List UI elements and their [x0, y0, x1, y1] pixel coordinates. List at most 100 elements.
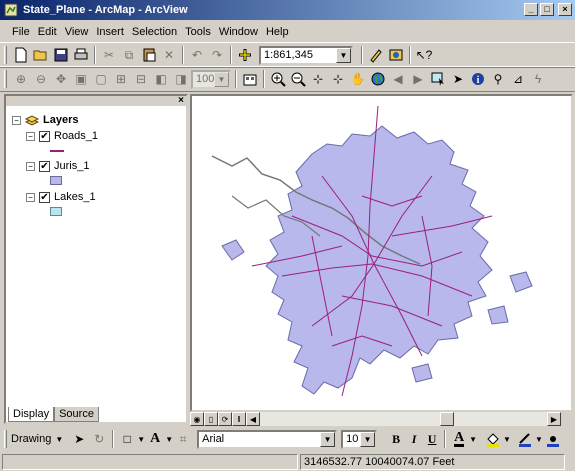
chevron-down-icon[interactable]: ▼ — [137, 435, 145, 444]
minimize-button[interactable]: _ — [524, 3, 538, 16]
rectangle-tool-icon[interactable]: □ — [117, 429, 137, 449]
font-color-icon[interactable]: A — [449, 429, 469, 449]
menu-selection[interactable]: Selection — [128, 26, 181, 38]
chevron-down-icon[interactable]: ▼ — [360, 431, 376, 447]
layer-visibility-checkbox[interactable]: ✔ — [39, 130, 50, 142]
close-button[interactable]: × — [558, 3, 572, 16]
layout-view-icon[interactable]: ▯ — [204, 412, 218, 426]
drawing-menu[interactable]: Drawing — [11, 433, 51, 445]
menu-help[interactable]: Help — [262, 26, 293, 38]
fill-color-icon[interactable] — [483, 429, 503, 449]
scrollbar-thumb[interactable] — [440, 412, 454, 426]
tab-display[interactable]: Display — [8, 407, 55, 422]
measure-icon[interactable]: ⊿ — [508, 69, 528, 89]
find-binoculars-icon[interactable]: ⚲ — [488, 69, 508, 89]
open-folder-icon[interactable] — [31, 45, 51, 65]
select-elements-icon[interactable]: ➤ — [69, 429, 89, 449]
editor-toolbar-icon[interactable] — [366, 45, 386, 65]
layout-previous-extent-icon[interactable]: ◧ — [151, 69, 171, 89]
new-text-icon[interactable]: A — [145, 429, 165, 449]
bold-button[interactable]: B — [387, 432, 405, 447]
save-icon[interactable] — [51, 45, 71, 65]
toolbar-grip[interactable] — [4, 430, 7, 448]
layout-next-extent-icon[interactable]: ◨ — [171, 69, 191, 89]
hyperlink-icon[interactable]: ϟ — [528, 69, 548, 89]
chevron-down-icon[interactable]: ▼ — [535, 435, 543, 444]
edit-vertices-icon[interactable]: ⌗ — [173, 429, 193, 449]
chevron-down-icon[interactable]: ▼ — [320, 431, 336, 447]
copy-icon[interactable]: ⧉ — [119, 45, 139, 65]
print-icon[interactable] — [71, 45, 91, 65]
layer-visibility-checkbox[interactable]: ✔ — [39, 160, 50, 172]
menu-tools[interactable]: Tools — [181, 26, 215, 38]
add-data-icon[interactable] — [235, 45, 255, 65]
data-frame-layers[interactable]: − Layers — [12, 112, 98, 128]
map-scale-combo[interactable]: 1:861,345 ▼ — [259, 45, 353, 65]
maximize-button[interactable]: □ — [540, 3, 554, 16]
toggle-draft-mode-icon[interactable] — [240, 69, 260, 89]
scroll-right-arrow-icon[interactable]: ▶ — [547, 412, 561, 426]
chevron-down-icon[interactable]: ▼ — [336, 47, 351, 63]
select-elements-arrow-icon[interactable]: ➤ — [448, 69, 468, 89]
collapse-icon[interactable]: − — [26, 161, 35, 171]
fixed-zoom-out-icon[interactable]: ⊹ — [328, 69, 348, 89]
scroll-left-arrow-icon[interactable]: ◀ — [246, 412, 260, 426]
layout-fixed-zoom-out-icon[interactable]: ⊟ — [131, 69, 151, 89]
zoom-in-icon[interactable] — [268, 69, 288, 89]
identify-icon[interactable]: i — [468, 69, 488, 89]
font-size-combo[interactable]: 10 ▼ — [341, 429, 378, 449]
layout-zoom-100-icon[interactable]: ▢ — [91, 69, 111, 89]
layer-visibility-checkbox[interactable]: ✔ — [39, 191, 50, 203]
chevron-down-icon[interactable]: ▼ — [503, 435, 511, 444]
map-canvas[interactable] — [192, 96, 571, 410]
toolbar-grip[interactable] — [4, 70, 7, 88]
marker-color-icon[interactable] — [543, 429, 563, 449]
new-document-icon[interactable] — [11, 45, 31, 65]
pause-drawing-icon[interactable]: ‖ — [232, 412, 246, 426]
layout-fixed-zoom-in-icon[interactable]: ⊞ — [111, 69, 131, 89]
layer-row-roads[interactable]: − ✔ Roads_1 — [26, 128, 98, 144]
zoom-out-icon[interactable] — [288, 69, 308, 89]
line-color-icon[interactable] — [515, 429, 535, 449]
cut-icon[interactable]: ✂ — [99, 45, 119, 65]
paste-icon[interactable] — [139, 45, 159, 65]
layout-pan-icon[interactable]: ✥ — [51, 69, 71, 89]
map-display[interactable] — [190, 94, 573, 412]
chevron-down-icon[interactable]: ▼ — [469, 435, 477, 444]
lakes-symbol-swatch[interactable] — [50, 207, 62, 216]
underline-button[interactable]: U — [423, 432, 441, 447]
layout-zoom-out-icon[interactable]: ⊖ — [31, 69, 51, 89]
tab-source[interactable]: Source — [54, 407, 99, 422]
collapse-icon[interactable]: − — [12, 115, 21, 125]
go-forward-arrow-icon[interactable]: ▶ — [408, 69, 428, 89]
rotate-icon[interactable]: ↻ — [89, 429, 109, 449]
roads-symbol-swatch[interactable] — [50, 150, 64, 152]
layout-zoom-combo[interactable]: 100% ▼ — [191, 69, 231, 89]
layer-row-lakes[interactable]: − ✔ Lakes_1 — [26, 189, 98, 205]
chevron-down-icon[interactable]: ▼ — [165, 435, 173, 444]
map-horizontal-scrollbar[interactable]: ◉ ▯ ⟳ ‖ ◀ ▶ — [190, 412, 561, 426]
go-back-arrow-icon[interactable]: ◀ — [388, 69, 408, 89]
select-features-icon[interactable] — [428, 69, 448, 89]
menu-edit[interactable]: Edit — [34, 26, 61, 38]
whats-this-help-icon[interactable]: ↖? — [414, 45, 434, 65]
menu-view[interactable]: View — [61, 26, 93, 38]
redo-icon[interactable]: ↷ — [207, 45, 227, 65]
arccatalog-icon[interactable] — [386, 45, 406, 65]
layer-row-juris[interactable]: − ✔ Juris_1 — [26, 158, 98, 174]
menu-file[interactable]: File — [8, 26, 34, 38]
undo-icon[interactable]: ↶ — [187, 45, 207, 65]
collapse-icon[interactable]: − — [26, 192, 35, 202]
pan-hand-icon[interactable]: ✋ — [348, 69, 368, 89]
delete-icon[interactable]: ✕ — [159, 45, 179, 65]
layout-zoom-whole-page-icon[interactable]: ▣ — [71, 69, 91, 89]
fixed-zoom-in-icon[interactable]: ⊹ — [308, 69, 328, 89]
full-extent-globe-icon[interactable] — [368, 69, 388, 89]
chevron-down-icon[interactable]: ▼ — [55, 435, 63, 444]
italic-button[interactable]: I — [405, 432, 423, 447]
refresh-icon[interactable]: ⟳ — [218, 412, 232, 426]
chevron-down-icon[interactable]: ▼ — [214, 71, 229, 87]
collapse-icon[interactable]: − — [26, 131, 35, 141]
menu-window[interactable]: Window — [215, 26, 262, 38]
juris-symbol-swatch[interactable] — [50, 176, 62, 185]
